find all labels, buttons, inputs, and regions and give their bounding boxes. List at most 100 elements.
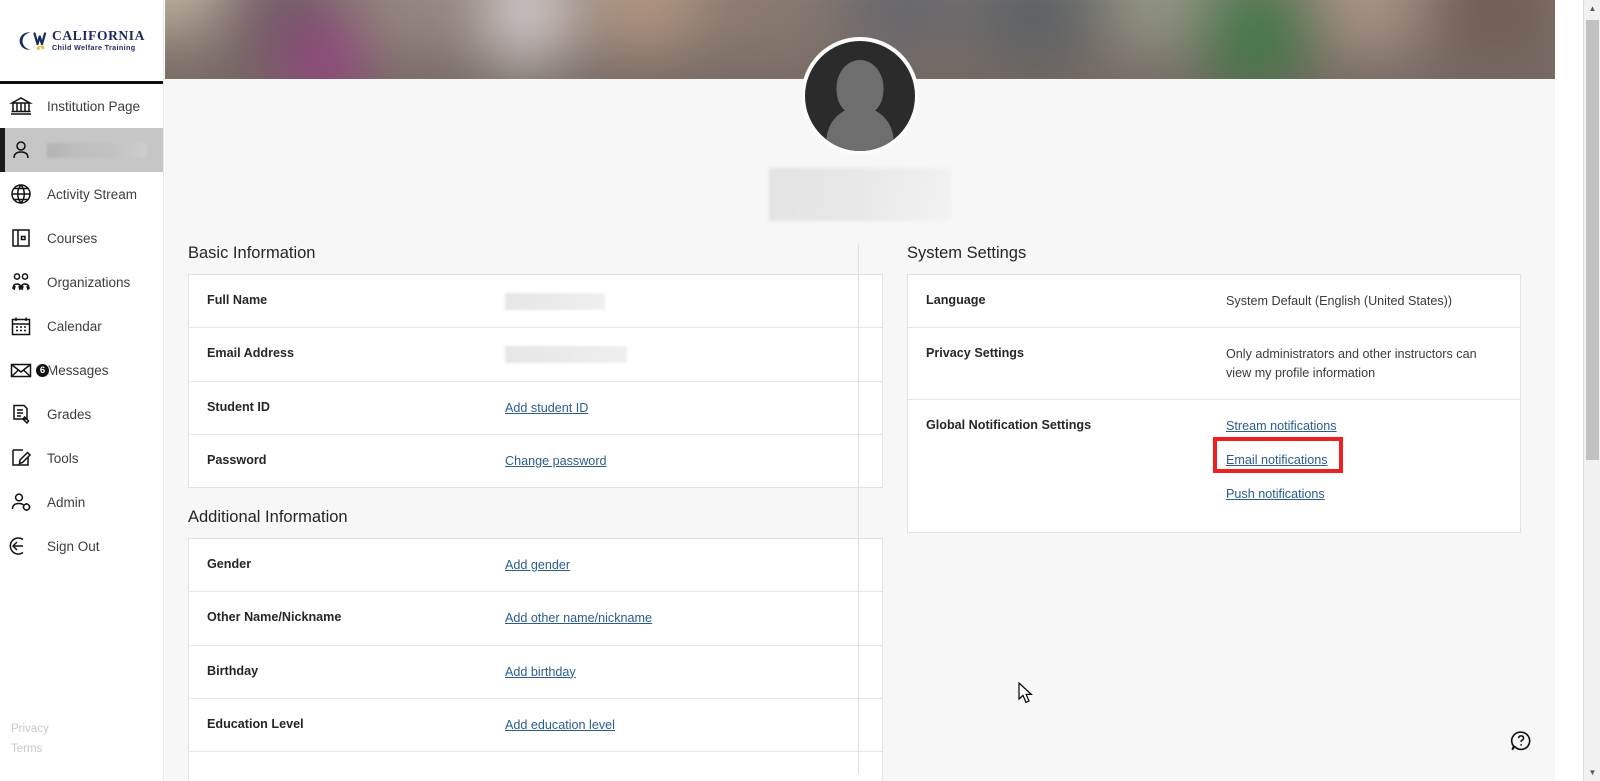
sidebar-item-tools[interactable]: Tools bbox=[0, 436, 163, 480]
sidebar-item-admin[interactable]: Admin bbox=[0, 480, 163, 524]
vertical-scrollbar[interactable]: ▲ ▼ bbox=[1583, 0, 1600, 781]
privacy-link[interactable]: Privacy bbox=[11, 723, 49, 735]
scroll-up-arrow[interactable]: ▲ bbox=[1584, 0, 1600, 17]
brand-title: CALIFORNIA bbox=[51, 28, 145, 44]
sidebar-item-label: Messages bbox=[47, 362, 109, 378]
sidebar-item-label: Grades bbox=[47, 406, 92, 422]
help-question-icon[interactable] bbox=[1509, 729, 1533, 753]
table-row-partial[interactable] bbox=[189, 752, 882, 781]
row-value: Stream notifications Email notifications… bbox=[1213, 417, 1502, 504]
sidebar-item-profile[interactable] bbox=[0, 128, 163, 172]
sidebar-item-label: Institution Page bbox=[47, 98, 141, 114]
sidebar-nav: Institution Page Activity Stream Courses… bbox=[0, 84, 163, 568]
row-value: Add gender bbox=[505, 556, 864, 574]
additional-information-card: Gender Add gender Other Name/Nickname Ad… bbox=[188, 538, 883, 781]
messages-badge: 6 bbox=[35, 363, 50, 378]
profile-name-redacted bbox=[769, 168, 951, 221]
sidebar-item-messages[interactable]: 6 Messages bbox=[0, 348, 163, 392]
person-icon bbox=[9, 138, 33, 162]
row-value: Add other name/nickname bbox=[505, 609, 864, 627]
email-notifications-link[interactable]: Email notifications bbox=[1226, 453, 1328, 467]
table-row[interactable]: Birthday Add birthday bbox=[189, 646, 882, 699]
sidebar-item-label: Organizations bbox=[47, 274, 131, 290]
scroll-down-arrow[interactable]: ▼ bbox=[1584, 764, 1600, 781]
people-icon bbox=[9, 270, 33, 294]
sidebar-item-activity-stream[interactable]: Activity Stream bbox=[0, 172, 163, 216]
scrollbar-thumb[interactable] bbox=[1586, 20, 1599, 460]
sidebar-item-calendar[interactable]: Calendar bbox=[0, 304, 163, 348]
brand-logo[interactable]: CALIFORNIA Child Welfare Training bbox=[0, 0, 163, 84]
row-value bbox=[505, 345, 864, 364]
terms-link[interactable]: Terms bbox=[11, 743, 49, 755]
person-gear-icon bbox=[9, 490, 33, 514]
row-label: Full Name bbox=[207, 293, 268, 307]
push-notifications-link[interactable]: Push notifications bbox=[1226, 487, 1325, 501]
sidebar-item-label: Calendar bbox=[47, 318, 102, 334]
sign-out-icon bbox=[9, 534, 33, 558]
grades-icon bbox=[9, 402, 33, 426]
table-row[interactable]: Password Change password bbox=[189, 435, 882, 487]
globe-icon bbox=[9, 182, 33, 206]
sidebar-item-organizations[interactable]: Organizations bbox=[0, 260, 163, 304]
brand-subtitle: Child Welfare Training bbox=[51, 43, 136, 53]
row-label: Gender bbox=[207, 557, 252, 571]
table-row[interactable]: Student ID Add student ID bbox=[189, 382, 882, 435]
email-address-redacted bbox=[505, 346, 627, 364]
avatar[interactable] bbox=[801, 37, 919, 155]
basic-information-card: Full Name Email Address Student ID Add s… bbox=[188, 274, 883, 488]
row-label: Email Address bbox=[207, 346, 295, 361]
table-row[interactable]: Email Address bbox=[189, 328, 882, 382]
add-education-level-link[interactable]: Add education level bbox=[505, 718, 615, 732]
row-value: Add education level bbox=[505, 716, 864, 734]
row-label: Education Level bbox=[207, 716, 304, 731]
add-other-name-link[interactable]: Add other name/nickname bbox=[505, 611, 652, 625]
sidebar-legal-links: Privacy Terms bbox=[11, 723, 49, 755]
sidebar-item-sign-out[interactable]: Sign Out bbox=[0, 524, 163, 568]
institution-icon bbox=[9, 94, 33, 118]
add-gender-link[interactable]: Add gender bbox=[505, 558, 570, 572]
column-divider bbox=[858, 244, 859, 774]
sidebar-item-label: Courses bbox=[47, 230, 98, 246]
row-label: Global Notification Settings bbox=[926, 417, 1092, 432]
sidebar-profile-name-redacted bbox=[47, 142, 147, 158]
stream-notifications-link[interactable]: Stream notifications bbox=[1226, 419, 1337, 433]
table-row[interactable]: Global Notification Settings Stream noti… bbox=[908, 400, 1520, 532]
add-birthday-link[interactable]: Add birthday bbox=[505, 665, 576, 679]
table-row[interactable]: Other Name/Nickname Add other name/nickn… bbox=[189, 592, 882, 646]
language-value: System Default (English (United States)) bbox=[1226, 294, 1453, 308]
sidebar-item-institution-page[interactable]: Institution Page bbox=[0, 84, 163, 128]
right-column: System Settings Language System Default … bbox=[883, 231, 1521, 781]
system-settings-title: System Settings bbox=[907, 244, 1027, 262]
row-value: Add birthday bbox=[505, 663, 864, 681]
calendar-icon bbox=[9, 314, 33, 338]
sidebar-item-label: Admin bbox=[47, 494, 86, 510]
sidebar-item-courses[interactable]: Courses bbox=[0, 216, 163, 260]
table-row[interactable]: Privacy Settings Only administrators and… bbox=[908, 328, 1520, 400]
profile-page: CALIFORNIA Child Welfare Training Instit… bbox=[0, 0, 1600, 781]
cw-swoosh-logo-icon bbox=[18, 29, 48, 53]
profile-header bbox=[165, 37, 1555, 231]
row-value: Add student ID bbox=[505, 399, 864, 417]
full-name-redacted bbox=[505, 293, 605, 311]
row-value: Change password bbox=[505, 452, 864, 470]
sidebar-item-grades[interactable]: Grades bbox=[0, 392, 163, 436]
tools-pencil-icon bbox=[9, 446, 33, 470]
left-column: Basic Information Full Name Email Addres… bbox=[188, 231, 883, 781]
envelope-icon: 6 bbox=[9, 358, 50, 382]
row-value bbox=[505, 292, 864, 311]
row-label: Language bbox=[926, 293, 986, 307]
row-label: Other Name/Nickname bbox=[207, 610, 342, 625]
row-label: Birthday bbox=[207, 663, 259, 678]
main-content: Basic Information Full Name Email Addres… bbox=[165, 37, 1555, 781]
basic-information-title: Basic Information bbox=[188, 244, 316, 262]
add-student-id-link[interactable]: Add student ID bbox=[505, 401, 588, 415]
table-row[interactable]: Full Name bbox=[189, 275, 882, 329]
table-row[interactable]: Education Level Add education level bbox=[189, 699, 882, 752]
sidebar-item-label: Tools bbox=[47, 450, 79, 466]
table-row[interactable]: Language System Default (English (United… bbox=[908, 275, 1520, 329]
table-row[interactable]: Gender Add gender bbox=[189, 539, 882, 593]
change-password-link[interactable]: Change password bbox=[505, 454, 607, 468]
additional-information-title: Additional Information bbox=[188, 508, 348, 526]
row-label: Student ID bbox=[207, 399, 270, 414]
privacy-settings-value: Only administrators and other instructor… bbox=[1226, 347, 1477, 380]
